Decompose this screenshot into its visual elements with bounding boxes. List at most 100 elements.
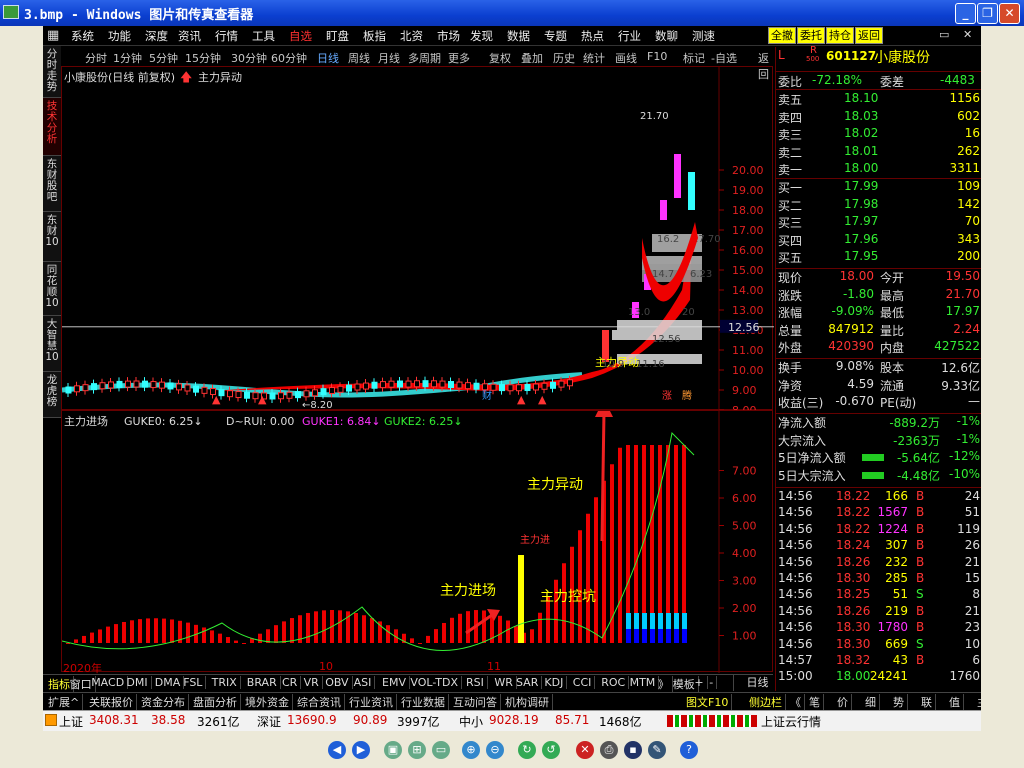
- feature-tab-9[interactable]: 机构调研: [502, 694, 553, 710]
- left-tab-2[interactable]: 东财股吧: [43, 156, 61, 212]
- feature-tab-13[interactable]: 笔: [806, 694, 824, 710]
- print-icon[interactable]: ⎙: [600, 741, 618, 759]
- left-tab-1[interactable]: 技术分析: [43, 98, 61, 156]
- indicator-tab-16[interactable]: SAR: [513, 676, 543, 689]
- menu-13[interactable]: 专题: [544, 28, 567, 44]
- feature-tab-12[interactable]: 《: [787, 694, 805, 710]
- edit-icon[interactable]: ✎: [648, 741, 666, 759]
- indicator-tab-2[interactable]: MACD: [88, 676, 129, 689]
- menu-12[interactable]: 数据: [507, 28, 530, 44]
- tool-3[interactable]: 统计: [583, 50, 605, 66]
- feature-tab-5[interactable]: 综合资讯: [294, 694, 345, 710]
- indicator-tab-23[interactable]: +: [691, 676, 708, 689]
- indicator-tab-5[interactable]: FSL: [180, 676, 207, 689]
- app-close-icon[interactable]: ✕: [963, 28, 972, 41]
- best-fit-icon[interactable]: ▣: [384, 741, 402, 759]
- feature-tab-1[interactable]: 关联报价: [86, 694, 137, 710]
- period-9[interactable]: 多周期: [408, 50, 441, 66]
- left-tab-5[interactable]: 大智慧10: [43, 316, 61, 372]
- period-7[interactable]: 周线: [348, 50, 370, 66]
- tool-7[interactable]: -自选: [711, 50, 737, 66]
- feature-tab-19[interactable]: 主: [974, 694, 981, 710]
- prev-icon[interactable]: ◀: [328, 741, 346, 759]
- menu-16[interactable]: 数聊: [655, 28, 678, 44]
- indicator-tab-14[interactable]: RSI: [463, 676, 488, 689]
- left-tab-0[interactable]: 分时走势: [43, 46, 61, 98]
- menu-5[interactable]: 工具: [252, 28, 275, 44]
- left-tab-4[interactable]: 同花顺10: [43, 262, 61, 316]
- save-icon[interactable]: ▪: [624, 741, 642, 759]
- menu-3[interactable]: 资讯: [178, 28, 201, 44]
- close-button[interactable]: ✕: [999, 3, 1020, 24]
- menu-10[interactable]: 市场: [437, 28, 460, 44]
- period-4[interactable]: 30分钟: [231, 50, 267, 66]
- indicator-tab-8[interactable]: CR: [279, 676, 302, 689]
- indicator-chart-panel[interactable]: 主力进场 GUKE0: 6.25↓ D~RUI: 0.00 GUKE1: 6.84↓ G…: [61, 399, 773, 673]
- indicator-tab-19[interactable]: ROC: [598, 676, 630, 689]
- feature-tab-14[interactable]: 价: [834, 694, 852, 710]
- period-8[interactable]: 月线: [378, 50, 400, 66]
- period-0[interactable]: 分时: [85, 50, 107, 66]
- tool-6[interactable]: 标记: [683, 50, 705, 66]
- dayline-tab[interactable]: 日线: [733, 674, 781, 691]
- toolbar-button-2[interactable]: 持仓: [826, 27, 854, 44]
- menu-9[interactable]: 北资: [400, 28, 423, 44]
- indicator-tab-12[interactable]: EMV: [379, 676, 410, 689]
- menu-17[interactable]: 测速: [692, 28, 715, 44]
- indicator-tab-6[interactable]: TRIX: [209, 676, 241, 689]
- feature-tab-17[interactable]: 联: [918, 694, 936, 710]
- tool-5[interactable]: F10: [647, 50, 667, 63]
- feature-tab-6[interactable]: 行业资讯: [346, 694, 397, 710]
- indicator-tab-18[interactable]: CCI: [570, 676, 596, 689]
- period-6[interactable]: 日线: [317, 50, 339, 66]
- tool-0[interactable]: 复权: [489, 50, 511, 66]
- menu-11[interactable]: 发现: [470, 28, 493, 44]
- period-10[interactable]: 更多: [448, 50, 470, 66]
- period-2[interactable]: 5分钟: [149, 50, 178, 66]
- tool-2[interactable]: 历史: [553, 50, 575, 66]
- indicator-tab-13[interactable]: VOL-TDX: [407, 676, 462, 689]
- toolbar-button-3[interactable]: 返回: [855, 27, 883, 44]
- delete-icon[interactable]: ✕: [576, 741, 594, 759]
- indicator-tab-17[interactable]: KDJ: [541, 676, 568, 689]
- indicator-tab-9[interactable]: VR: [301, 676, 323, 689]
- period-1[interactable]: 1分钟: [113, 50, 142, 66]
- restore-icon[interactable]: ▭: [939, 28, 949, 41]
- feature-tab-16[interactable]: 势: [890, 694, 908, 710]
- rotate-ccw-icon[interactable]: ↺: [542, 741, 560, 759]
- feature-tab-4[interactable]: 境外资金: [242, 694, 293, 710]
- menu-6[interactable]: 自选: [289, 28, 312, 44]
- feature-tab-2[interactable]: 资金分布: [138, 694, 189, 710]
- feature-tab-15[interactable]: 细: [862, 694, 880, 710]
- menu-15[interactable]: 行业: [618, 28, 641, 44]
- minimize-button[interactable]: _: [955, 3, 976, 24]
- next-icon[interactable]: ▶: [352, 741, 370, 759]
- feature-tab-8[interactable]: 互动问答: [450, 694, 501, 710]
- kline-chart-panel[interactable]: 小康股份(日线 前复权) 🡅 主力异动 20.00 19.00 18.00 17.00 16.…: [61, 66, 774, 417]
- indicator-tab-10[interactable]: OBV: [322, 676, 353, 689]
- menu-1[interactable]: 功能: [108, 28, 131, 44]
- feature-tab-0[interactable]: 扩展^: [45, 694, 84, 710]
- indicator-tab-24[interactable]: -: [706, 676, 718, 689]
- menu-4[interactable]: 行情: [215, 28, 238, 44]
- actual-size-icon[interactable]: ⊞: [408, 741, 426, 759]
- zoom-out-icon[interactable]: ⊖: [486, 741, 504, 759]
- slideshow-icon[interactable]: ▭: [432, 741, 450, 759]
- menu-0[interactable]: 系统: [71, 28, 94, 44]
- feature-tab-7[interactable]: 行业数据: [398, 694, 449, 710]
- left-tab-3[interactable]: 东财10: [43, 212, 61, 262]
- left-tab-6[interactable]: 龙虎榜: [43, 372, 61, 418]
- indicator-tab-7[interactable]: BRAR: [244, 676, 281, 689]
- tool-1[interactable]: 叠加: [521, 50, 543, 66]
- period-5[interactable]: 60分钟: [271, 50, 307, 66]
- help-icon[interactable]: ?: [680, 741, 698, 759]
- maximize-button[interactable]: ❐: [977, 3, 998, 24]
- indicator-tab-3[interactable]: DMI: [123, 676, 152, 689]
- menu-2[interactable]: 深度: [145, 28, 168, 44]
- toolbar-button-1[interactable]: 委托: [797, 27, 825, 44]
- zoom-in-icon[interactable]: ⊕: [462, 741, 480, 759]
- toolbar-button-0[interactable]: 全撤: [768, 27, 796, 44]
- feature-tab-10[interactable]: 图文F10: [683, 694, 733, 710]
- menu-14[interactable]: 热点: [581, 28, 604, 44]
- menu-7[interactable]: 盯盘: [326, 28, 349, 44]
